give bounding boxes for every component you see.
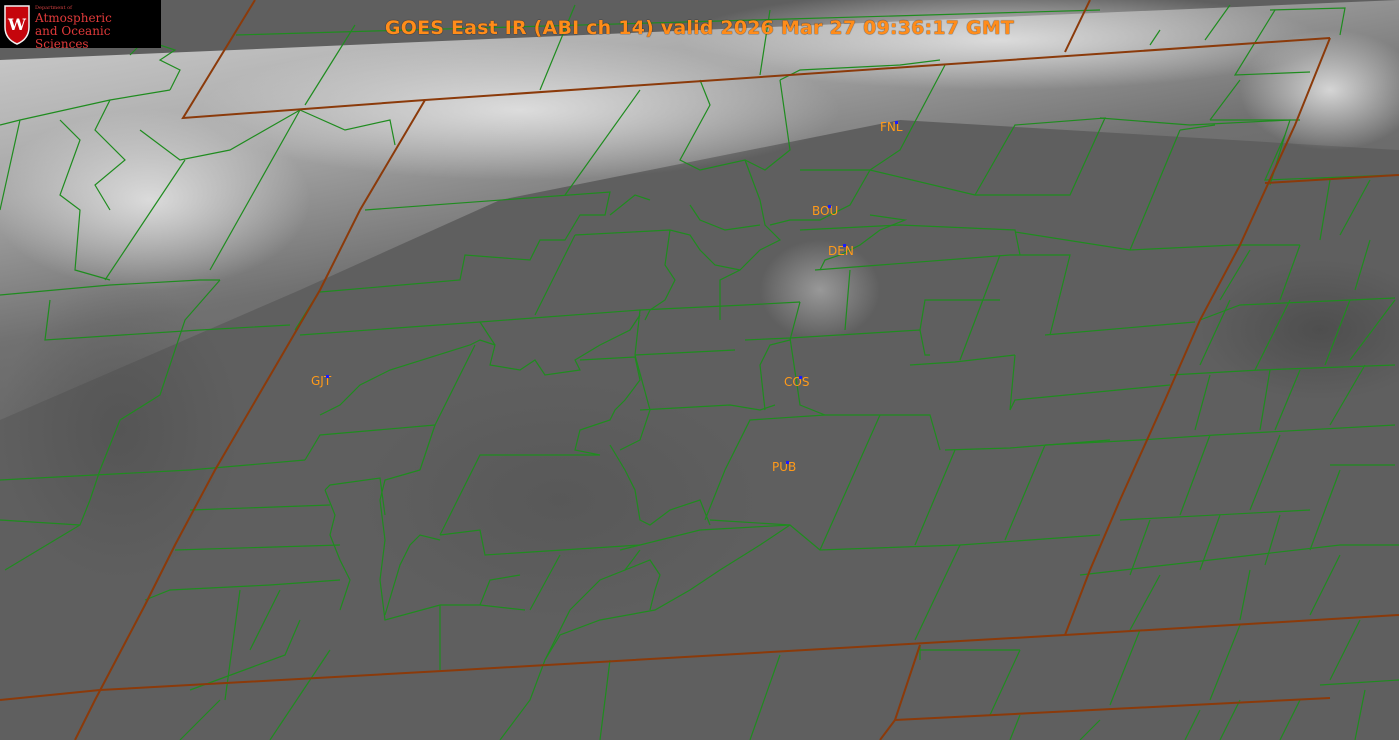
station-label-fnl: FNL	[880, 120, 903, 134]
station-cos[interactable]: COS	[784, 376, 809, 388]
bright-cloud-5	[760, 240, 880, 340]
satellite-map-frame: W Department of Atmospheric and Oceanic …	[0, 0, 1399, 740]
image-title: GOES East IR (ABI ch 14) valid 2026 Mar …	[384, 17, 1015, 39]
station-label-pub: PUB	[772, 460, 797, 474]
station-dot-icon	[895, 121, 898, 124]
bright-cloud-3	[0, 110, 310, 290]
station-dot-icon	[786, 461, 789, 464]
station-bou[interactable]: BOU	[812, 205, 838, 217]
station-label-bou: BOU	[812, 204, 839, 218]
station-gjt[interactable]: GJT	[311, 375, 331, 387]
station-label-cos: COS	[784, 375, 810, 389]
ir-satellite-map	[0, 0, 1399, 740]
station-den[interactable]: DEN	[828, 244, 854, 258]
station-dot-icon	[799, 376, 802, 379]
station-fnl[interactable]: FNL	[880, 121, 903, 133]
station-dot-icon	[828, 205, 831, 208]
station-dot-icon	[843, 244, 846, 247]
station-label-den: DEN	[828, 244, 854, 258]
dark-region-2	[0, 280, 240, 580]
station-pub[interactable]: PUB	[772, 461, 796, 473]
station-dot-icon	[326, 375, 329, 378]
